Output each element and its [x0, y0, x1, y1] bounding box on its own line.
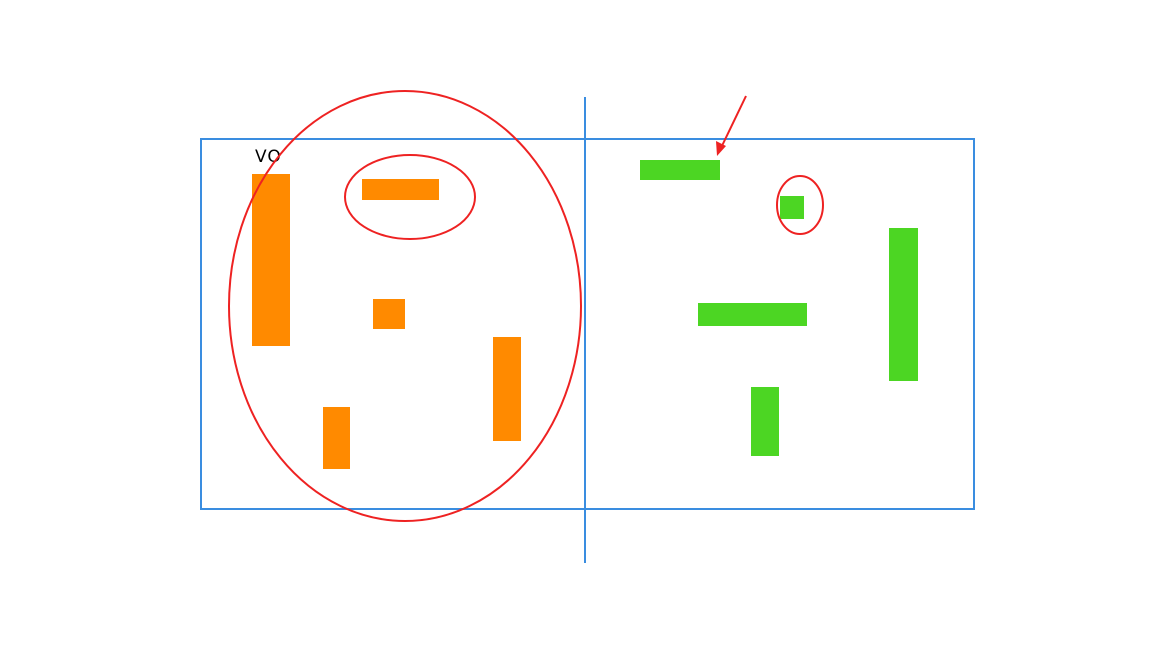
arrow-shaft [719, 95, 747, 151]
green-block-top-bar [640, 160, 720, 180]
outer-frame [200, 138, 975, 510]
diagram-canvas: VO [200, 90, 975, 563]
green-block-middle-bar [698, 303, 807, 326]
arrow-head-icon [716, 141, 726, 156]
green-block-tall [889, 228, 918, 381]
left-group [252, 174, 521, 469]
orange-block-tall [252, 174, 290, 346]
green-block-bottom [751, 387, 779, 456]
green-block-small-square [780, 196, 804, 219]
right-group [640, 160, 918, 456]
orange-block-square [373, 299, 405, 329]
orange-block-bottom [323, 407, 350, 469]
orange-block-top-bar [362, 179, 439, 200]
orange-block-right [493, 337, 521, 441]
